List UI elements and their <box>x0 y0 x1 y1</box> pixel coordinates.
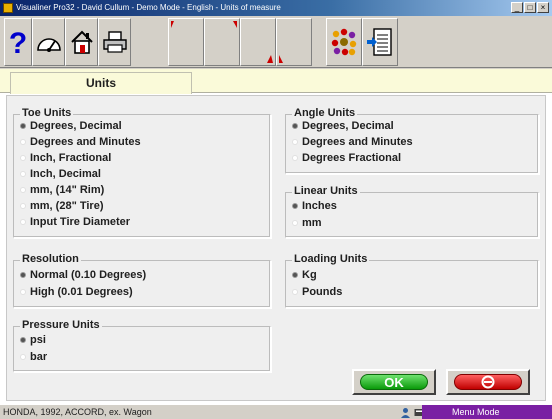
radio-selected[interactable] <box>292 272 298 278</box>
gauge-icon <box>36 38 61 52</box>
units-panel: Toe Units Degrees, Decimal Degrees and M… <box>6 95 546 401</box>
radio[interactable] <box>20 289 26 295</box>
angle-option-degrees-minutes[interactable]: Degrees and Minutes <box>292 134 413 150</box>
angle-option-degrees-fractional[interactable]: Degrees Fractional <box>292 150 401 166</box>
specs-button[interactable] <box>326 18 362 66</box>
home-icon <box>70 30 93 54</box>
radio-selected[interactable] <box>20 337 26 343</box>
angle-option-degrees-decimal[interactable]: Degrees, Decimal <box>292 118 394 134</box>
radio-selected[interactable] <box>292 123 298 129</box>
vehicle-label: HONDA, 1992, ACCORD, ex. Wagon <box>3 407 152 417</box>
step-button-2[interactable] <box>204 18 240 66</box>
maximize-button[interactable]: □ <box>524 2 536 13</box>
loading-option-kg[interactable]: Kg <box>292 267 317 283</box>
toe-option-inch-decimal[interactable]: Inch, Decimal <box>20 166 101 182</box>
step-button-1[interactable] <box>168 18 204 66</box>
radio-selected[interactable] <box>20 272 26 278</box>
radio[interactable] <box>20 187 26 193</box>
status-bar: HONDA, 1992, ACCORD, ex. Wagon Menu Mode <box>0 404 552 419</box>
step-icon <box>233 21 237 28</box>
gauge-button[interactable] <box>32 18 65 66</box>
radio[interactable] <box>20 219 26 225</box>
loading-units-group: Loading Units Kg Pounds <box>285 253 539 308</box>
main-area: Units Toe Units Degrees, Decimal Degrees… <box>0 69 552 404</box>
step-icon <box>267 55 273 63</box>
step-button-4[interactable] <box>276 18 312 66</box>
toolbar: ? <box>0 16 552 68</box>
radio-selected[interactable] <box>20 123 26 129</box>
printer-icon <box>102 31 127 53</box>
pressure-units-group: Pressure Units psi bar <box>13 319 271 372</box>
step-button-3[interactable] <box>240 18 276 66</box>
home-button[interactable] <box>65 18 98 66</box>
operator-icon <box>401 408 410 418</box>
pressure-option-bar[interactable]: bar <box>20 349 47 365</box>
pressure-units-title: Pressure Units <box>20 319 102 331</box>
radio[interactable] <box>20 139 26 145</box>
toe-option-mm-tire[interactable]: mm, (28" Tire) <box>20 198 103 214</box>
window-controls: _ □ × <box>511 2 549 13</box>
toe-option-mm-rim[interactable]: mm, (14" Rim) <box>20 182 104 198</box>
radio[interactable] <box>292 155 298 161</box>
app-icon <box>3 3 13 13</box>
radio[interactable] <box>292 289 298 295</box>
cancel-pill <box>454 374 522 390</box>
pressure-option-psi[interactable]: psi <box>20 332 46 348</box>
loading-option-pounds[interactable]: Pounds <box>292 284 342 300</box>
toe-option-degrees-minutes[interactable]: Degrees and Minutes <box>20 134 141 150</box>
window-title: Visualiner Pro32 - David Cullum - Demo M… <box>16 3 281 12</box>
tab-units[interactable]: Units <box>10 72 192 94</box>
resolution-title: Resolution <box>20 253 81 265</box>
toe-option-inch-fractional[interactable]: Inch, Fractional <box>20 150 111 166</box>
radio[interactable] <box>292 220 298 226</box>
angle-units-group: Angle Units Degrees, Decimal Degrees and… <box>285 107 539 174</box>
toe-option-tire-diameter[interactable]: Input Tire Diameter <box>20 214 130 230</box>
toe-option-degrees-decimal[interactable]: Degrees, Decimal <box>20 118 122 134</box>
mode-indicator: Menu Mode <box>422 405 552 419</box>
print-button[interactable] <box>98 18 131 66</box>
radio[interactable] <box>292 139 298 145</box>
title-bar: Visualiner Pro32 - David Cullum - Demo M… <box>0 0 552 16</box>
resolution-option-high[interactable]: High (0.01 Degrees) <box>20 284 133 300</box>
radio[interactable] <box>20 171 26 177</box>
ok-button[interactable]: OK <box>352 369 436 395</box>
radio[interactable] <box>20 203 26 209</box>
tab-strip: Units <box>0 69 552 94</box>
resolution-group: Resolution Normal (0.10 Degrees) High (0… <box>13 253 271 308</box>
radio[interactable] <box>20 354 26 360</box>
loading-units-title: Loading Units <box>292 253 370 265</box>
report-icon <box>367 28 392 56</box>
linear-option-mm[interactable]: mm <box>292 215 322 231</box>
step-icon <box>279 55 283 63</box>
step-icon <box>171 21 174 28</box>
cancel-button[interactable] <box>446 369 530 395</box>
svg-text:?: ? <box>9 27 27 57</box>
minimize-button[interactable]: _ <box>511 2 523 13</box>
linear-units-group: Linear Units Inches mm <box>285 185 539 238</box>
radio[interactable] <box>20 155 26 161</box>
ok-label: OK <box>360 374 428 390</box>
no-entry-icon <box>481 375 495 389</box>
report-button[interactable] <box>362 18 398 66</box>
help-button[interactable]: ? <box>4 18 32 66</box>
toe-units-group: Toe Units Degrees, Decimal Degrees and M… <box>13 107 271 238</box>
help-icon: ? <box>9 27 27 57</box>
specs-icon <box>331 28 357 56</box>
resolution-option-normal[interactable]: Normal (0.10 Degrees) <box>20 267 146 283</box>
radio-selected[interactable] <box>292 203 298 209</box>
linear-option-inches[interactable]: Inches <box>292 198 337 214</box>
close-button[interactable]: × <box>537 2 549 13</box>
linear-units-title: Linear Units <box>292 185 360 197</box>
